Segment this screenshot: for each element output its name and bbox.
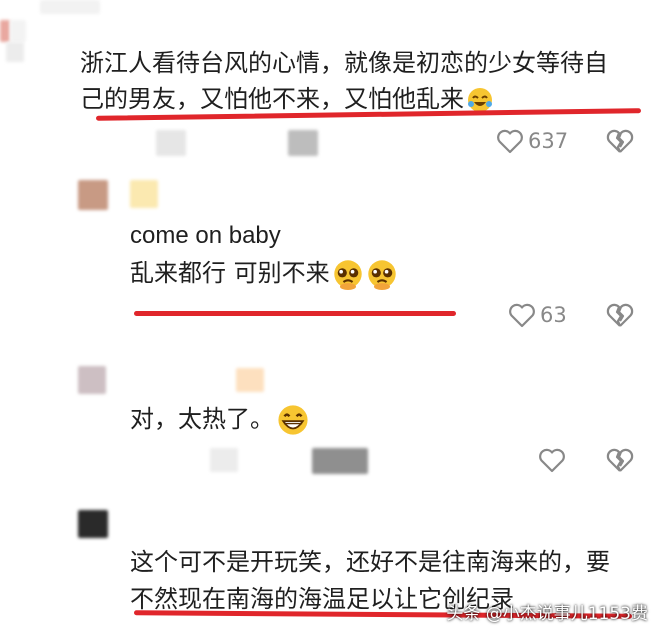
- blurred-action: [288, 130, 318, 156]
- blurred-action: [312, 448, 368, 474]
- dislike-button[interactable]: [606, 128, 634, 154]
- comment-text-line: 浙江人看待台风的心情，就像是初恋的少女等待自: [80, 49, 608, 77]
- username-blur: [130, 180, 158, 208]
- like-count: 63: [540, 303, 567, 327]
- watermark: 头条 @小杰说事儿1153费: [446, 604, 648, 624]
- avatar[interactable]: [78, 180, 108, 210]
- heart-outline-icon: [509, 303, 535, 328]
- blurred-action: [156, 130, 186, 156]
- avatar[interactable]: [78, 366, 106, 394]
- like-button[interactable]: 637: [496, 128, 568, 154]
- like-button[interactable]: [538, 447, 570, 473]
- pleading-face-emoji: [333, 260, 362, 290]
- pleading-face-emoji: [367, 260, 396, 290]
- broken-heart-icon: [606, 129, 634, 153]
- blurred-action: [210, 448, 238, 472]
- comment-text: 对，太热了。: [130, 405, 274, 433]
- comment-text-line: 这个可不是开玩笑，还好不是往南海来的，要: [130, 548, 610, 576]
- broken-heart-icon: [606, 448, 634, 472]
- grinning-face-emoji: [278, 405, 308, 435]
- heart-outline-icon: [539, 448, 565, 473]
- comment-text: 己的男友，又怕他不来，又怕他乱来: [80, 85, 464, 113]
- comment-text-line: 对，太热了。: [130, 402, 310, 437]
- avatar[interactable]: [0, 20, 26, 62]
- dislike-button[interactable]: [606, 302, 634, 328]
- avatar[interactable]: [78, 510, 108, 538]
- comment-text-line: 乱来都行 可别不来: [130, 256, 398, 290]
- username-blur: [40, 0, 100, 14]
- username-blur: [236, 368, 264, 392]
- like-count: 637: [528, 129, 569, 153]
- broken-heart-icon: [606, 303, 634, 327]
- like-button[interactable]: 63: [508, 302, 567, 328]
- comment-text: 乱来都行 可别不来: [130, 259, 330, 287]
- comment-text-line: come on baby: [130, 222, 281, 249]
- dislike-button[interactable]: [606, 447, 634, 473]
- red-underline: [134, 311, 456, 316]
- heart-outline-icon: [497, 129, 523, 154]
